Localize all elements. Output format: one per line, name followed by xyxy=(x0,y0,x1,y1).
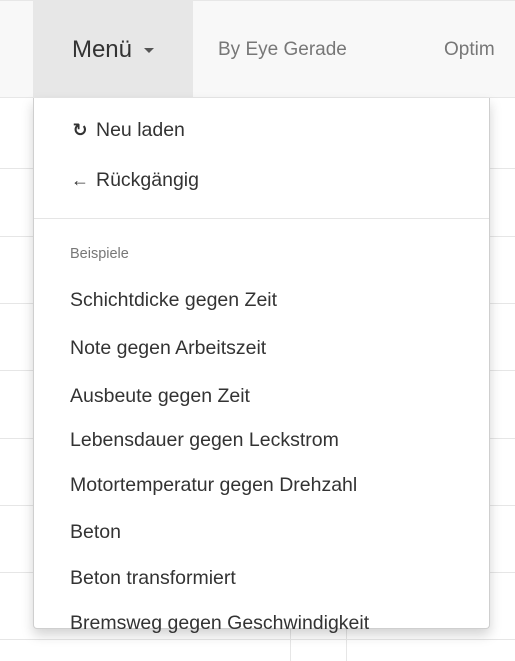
example-item-motortemperatur[interactable]: Motortemperatur gegen Drehzahl xyxy=(70,473,357,497)
menu-dropdown-toggle[interactable]: Menü xyxy=(33,1,193,97)
example-item-bremsweg[interactable]: Bremsweg gegen Geschwindigkeit xyxy=(70,611,369,635)
example-item-beton[interactable]: Beton xyxy=(70,520,121,544)
refresh-icon: ↻ xyxy=(72,120,88,140)
nav-link-optim[interactable]: Optim xyxy=(444,1,495,97)
table-gridline xyxy=(0,639,515,640)
example-item-note[interactable]: Note gegen Arbeitszeit xyxy=(70,336,266,360)
example-item-ausbeute[interactable]: Ausbeute gegen Zeit xyxy=(70,384,250,408)
reload-label: Neu laden xyxy=(96,119,185,141)
undo-label: Rückgängig xyxy=(96,169,199,191)
example-item-beton-transformiert[interactable]: Beton transformiert xyxy=(70,566,236,590)
menu-dropdown: ↻ Neu laden ← Rückgängig Beispiele Schicht… xyxy=(33,98,490,634)
arrow-left-icon: ← xyxy=(71,170,89,190)
example-item-lebensdauer[interactable]: Lebensdauer gegen Leckstrom xyxy=(70,428,339,452)
navbar: Menü By Eye Gerade Optim xyxy=(0,0,515,98)
menu-divider xyxy=(34,218,489,219)
nav-link-by-eye-gerade[interactable]: By Eye Gerade xyxy=(218,1,347,97)
example-item-schichtdicke[interactable]: Schichtdicke gegen Zeit xyxy=(70,288,277,312)
examples-section-header: Beispiele xyxy=(70,246,129,262)
menu-label: Menü xyxy=(71,36,133,63)
caret-down-icon xyxy=(144,47,155,53)
undo-menu-item[interactable]: ← Rückgängig xyxy=(70,168,199,192)
reload-menu-item[interactable]: ↻ Neu laden xyxy=(70,118,185,142)
